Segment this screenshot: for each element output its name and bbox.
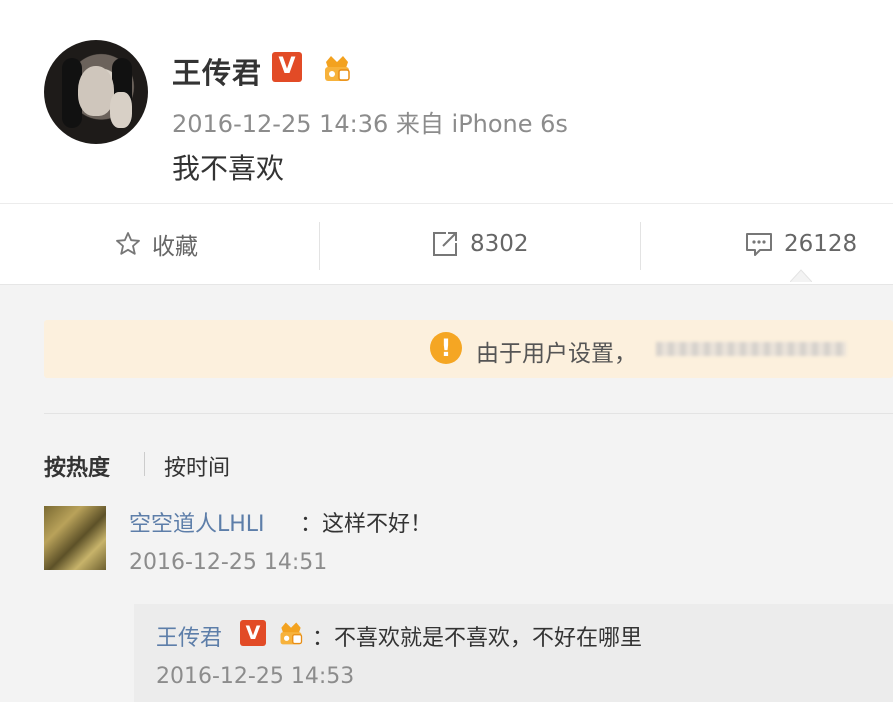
comment-count: 26128 xyxy=(784,231,858,257)
sort-divider xyxy=(144,452,145,476)
action-divider xyxy=(640,222,641,270)
commenter-avatar[interactable] xyxy=(44,506,106,570)
vip-crown-icon xyxy=(325,56,350,81)
blurred-redaction xyxy=(656,342,846,356)
favorite-button[interactable]: 收藏 xyxy=(114,204,198,284)
star-icon xyxy=(116,232,140,255)
sort-by-time-tab[interactable]: 按时间 xyxy=(164,450,230,482)
commenter-name[interactable]: 空空道人LHLI xyxy=(129,506,265,538)
verified-v-icon: V xyxy=(272,52,302,82)
section-divider xyxy=(44,413,893,414)
author-name[interactable]: 王传君 xyxy=(172,50,262,92)
action-bar: 收藏 8302 26128 xyxy=(0,203,893,285)
author-avatar[interactable] xyxy=(44,40,148,144)
post-text: 我不喜欢 xyxy=(172,152,285,185)
weibo-post: 王传君 V 2016-12-25 14:36 来自 iPhone 6s 我不喜欢 xyxy=(0,0,893,203)
warning-icon: ! xyxy=(430,332,462,364)
repost-icon xyxy=(433,232,457,256)
verified-v-icon: V xyxy=(240,620,266,646)
reply-box: 王传君 V ：不喜欢就是不喜欢，不好在哪里 2016-12-25 14:53 xyxy=(134,604,893,702)
caret-up-icon xyxy=(790,269,812,282)
comment-text: ：这样不好！ xyxy=(300,512,433,537)
reply-timestamp: 2016-12-25 14:53 xyxy=(156,664,355,689)
comment-icon xyxy=(746,233,772,256)
repost-button[interactable]: 8302 xyxy=(430,204,529,284)
avatar-face xyxy=(78,66,114,116)
sort-by-hot-tab[interactable]: 按热度 xyxy=(44,450,110,482)
vip-crown-icon xyxy=(280,622,303,645)
action-divider xyxy=(319,222,320,270)
repost-count: 8302 xyxy=(470,231,529,257)
post-timestamp: 2016-12-25 14:36 来自 iPhone 6s xyxy=(172,110,568,138)
comment-restriction-notice: ! 由于用户设置， xyxy=(44,320,893,378)
reply-author-name[interactable]: 王传君 xyxy=(156,620,222,652)
comment-timestamp: 2016-12-25 14:51 xyxy=(129,550,328,575)
avatar-hand xyxy=(110,92,132,128)
favorite-label: 收藏 xyxy=(152,234,198,260)
notice-text: 由于用户设置， xyxy=(476,341,637,367)
reply-text: ：不喜欢就是不喜欢，不好在哪里 xyxy=(312,626,643,651)
